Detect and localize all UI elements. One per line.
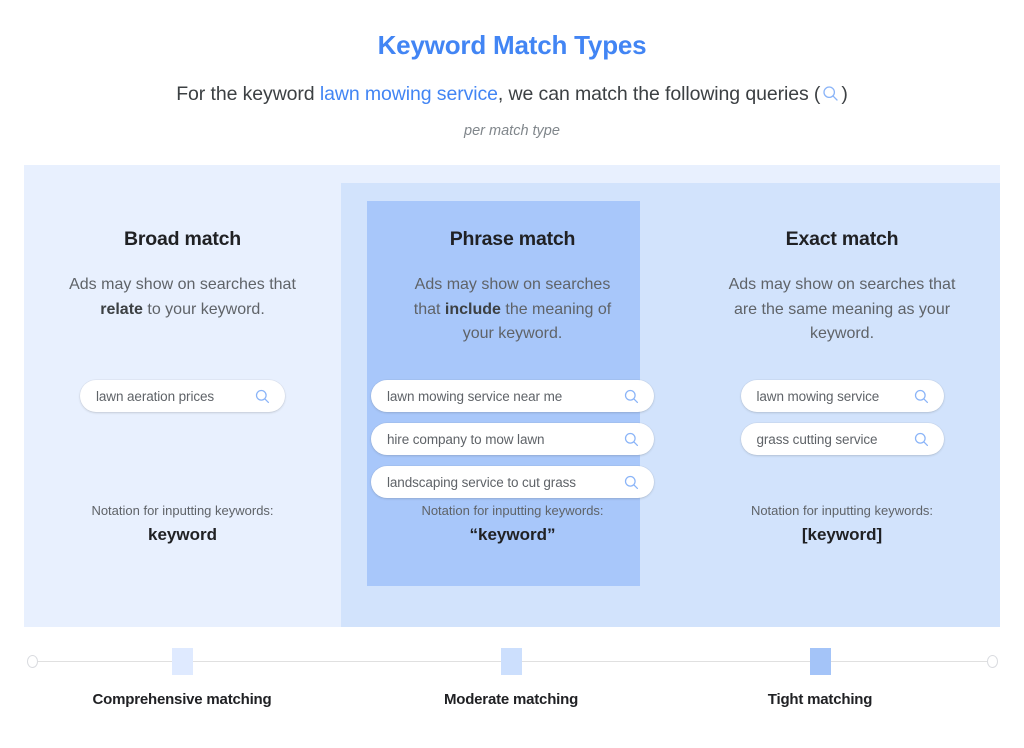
page-title: Keyword Match Types xyxy=(377,30,647,60)
search-icon[interactable] xyxy=(913,388,930,405)
desc-pre: Ads may show on searches that are the sa… xyxy=(728,276,956,342)
column-description: Ads may show on searches that include th… xyxy=(341,273,684,347)
scale-marker xyxy=(810,648,831,675)
notation-value: keyword xyxy=(148,525,217,544)
desc-pre: Ads may show on searches that xyxy=(69,276,296,293)
notation-label: Notation for inputting keywords: xyxy=(421,503,604,518)
scale-label-row: Comprehensive matching Moderate matching… xyxy=(0,691,1024,715)
query-pill[interactable]: lawn mowing service near me xyxy=(371,380,654,412)
desc-bold: include xyxy=(444,300,501,318)
query-pill[interactable]: lawn mowing service xyxy=(740,380,944,412)
notation-block: Notation for inputting keywords: keyword xyxy=(24,503,341,545)
query-pill-text: landscaping service to cut grass xyxy=(387,474,576,490)
column-phrase-match: Phrase match Ads may show on searches th… xyxy=(341,165,684,627)
search-icon[interactable] xyxy=(254,388,271,405)
infographic-root: Keyword Match Types For the keyword lawn… xyxy=(0,0,1024,747)
column-description: Ads may show on searches that are the sa… xyxy=(684,273,1000,347)
desc-bold: relate xyxy=(100,300,143,318)
notation-block: Notation for inputting keywords: [keywor… xyxy=(684,503,1000,545)
match-breadth-scale: Comprehensive matching Moderate matching… xyxy=(0,648,1024,748)
notation-block: Notation for inputting keywords: “keywor… xyxy=(341,503,684,545)
query-pill-list: lawn aeration prices xyxy=(24,380,341,412)
scale-endpoint-left xyxy=(27,655,38,668)
query-pill[interactable]: grass cutting service xyxy=(740,423,944,455)
query-pill-text: lawn mowing service near me xyxy=(387,388,563,404)
header: Keyword Match Types For the keyword lawn… xyxy=(0,0,1024,139)
scale-label: Tight matching xyxy=(767,691,873,708)
notation-label: Notation for inputting keywords: xyxy=(750,503,934,518)
panel-broad: Broad match Ads may show on searches tha… xyxy=(24,165,1000,627)
sub-note: per match type xyxy=(464,123,560,139)
query-pill-text: lawn aeration prices xyxy=(96,388,215,404)
scale-label: Comprehensive matching xyxy=(92,691,272,708)
subtitle-keyword: lawn mowing service xyxy=(319,83,498,105)
scale-label: Moderate matching xyxy=(443,691,579,708)
notation-value: [keyword] xyxy=(801,525,883,544)
notation-label: Notation for inputting keywords: xyxy=(91,503,274,518)
notation-value: “keyword” xyxy=(469,525,556,544)
query-pill-text: hire company to mow lawn xyxy=(387,431,545,447)
subtitle-suffix: , we can match the following queries ( xyxy=(497,83,821,105)
query-pill-text: grass cutting service xyxy=(756,431,878,447)
column-exact-match: Exact match Ads may show on searches tha… xyxy=(684,165,1000,627)
scale-endpoint-right xyxy=(987,655,998,668)
subtitle-prefix: For the keyword xyxy=(176,83,320,105)
column-title: Exact match xyxy=(785,228,899,250)
search-icon xyxy=(821,84,840,109)
query-pill-list: lawn mowing service near me hire company… xyxy=(341,380,684,498)
desc-post: to your keyword. xyxy=(142,300,265,318)
column-title: Broad match xyxy=(124,228,241,250)
search-icon[interactable] xyxy=(623,474,640,491)
query-pill-list: lawn mowing service grass cutting servic… xyxy=(684,380,1000,455)
column-title: Phrase match xyxy=(449,228,576,250)
search-icon[interactable] xyxy=(913,431,930,448)
scale-marker xyxy=(501,648,522,675)
query-pill[interactable]: landscaping service to cut grass xyxy=(371,466,654,498)
subtitle-close-paren: ) xyxy=(841,83,848,105)
column-broad-match: Broad match Ads may show on searches tha… xyxy=(24,165,341,627)
search-icon[interactable] xyxy=(623,388,640,405)
subtitle: For the keyword lawn mowing service, we … xyxy=(0,83,1024,109)
column-description: Ads may show on searches that relate to … xyxy=(24,273,341,322)
query-pill[interactable]: hire company to mow lawn xyxy=(371,423,654,455)
query-pill-text: lawn mowing service xyxy=(756,388,880,404)
scale-marker xyxy=(172,648,193,675)
query-pill[interactable]: lawn aeration prices xyxy=(80,380,285,412)
search-icon[interactable] xyxy=(623,431,640,448)
